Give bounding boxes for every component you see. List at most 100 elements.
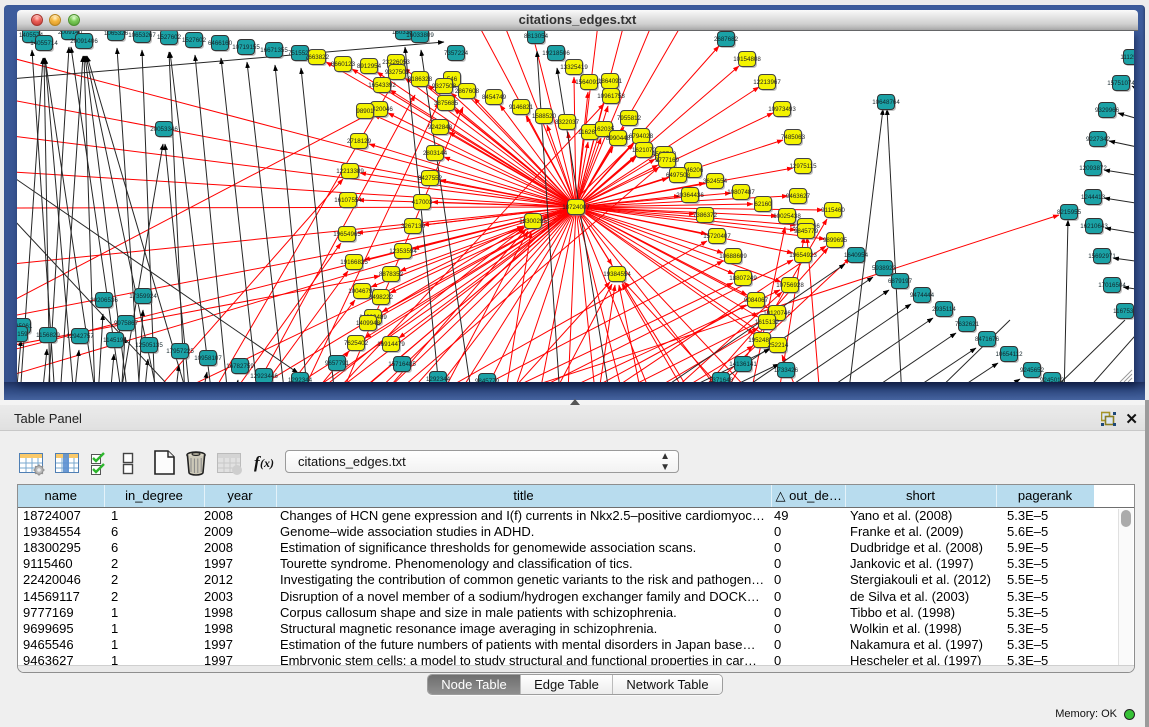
svg-text:18724007: 18724007 [562, 204, 590, 211]
svg-text:1156829: 1156829 [36, 332, 60, 339]
svg-text:18807249: 18807249 [729, 275, 757, 282]
svg-text:6466160: 6466160 [208, 40, 233, 47]
svg-text:1409948: 1409948 [356, 320, 381, 327]
svg-text:9463627: 9463627 [786, 193, 811, 200]
svg-text:6879197: 6879197 [888, 278, 913, 285]
svg-text:12213389: 12213389 [336, 168, 364, 175]
svg-text:9327503: 9327503 [385, 69, 410, 76]
svg-text:9474444: 9474444 [910, 292, 935, 299]
svg-text:417003: 417003 [412, 199, 433, 206]
svg-text:10756928: 10756928 [776, 282, 804, 289]
svg-text:20364436: 20364436 [676, 192, 704, 199]
svg-text:1292344: 1292344 [426, 376, 451, 382]
svg-text:1615132: 1615132 [755, 319, 780, 326]
svg-text:1640954: 1640954 [844, 252, 869, 259]
svg-text:12353594: 12353594 [389, 248, 417, 255]
svg-text:9329966: 9329966 [1095, 107, 1120, 114]
svg-text:19654965: 19654965 [333, 231, 361, 238]
svg-text:7632621: 7632621 [955, 321, 980, 328]
svg-text:16671355: 16671355 [260, 47, 288, 54]
svg-text:16782759: 16782759 [226, 363, 254, 370]
svg-text:1733426: 1733426 [774, 367, 799, 374]
svg-text:8322037: 8322037 [555, 119, 580, 126]
svg-text:10154808: 10154808 [733, 56, 761, 63]
svg-text:10688609: 10688609 [719, 253, 747, 260]
svg-text:12942757: 12942757 [66, 333, 94, 340]
svg-text:1065326: 1065326 [104, 31, 129, 37]
svg-text:9657791: 9657791 [325, 360, 350, 367]
svg-text:8990448: 8990448 [606, 135, 631, 142]
svg-text:1145194: 1145194 [103, 337, 127, 344]
svg-text:9242848: 9242848 [428, 124, 453, 131]
svg-text:3875685: 3875685 [434, 100, 459, 107]
svg-text:7485063: 7485063 [781, 134, 806, 141]
svg-text:10648764: 10648764 [872, 99, 900, 106]
svg-text:16033809: 16033809 [406, 32, 434, 39]
svg-text:1588520: 1588520 [532, 113, 557, 120]
svg-text:17957225: 17957225 [166, 348, 194, 355]
svg-text:2803144: 2803144 [423, 150, 448, 157]
svg-text:20053346: 20053346 [150, 126, 178, 133]
svg-text:16210643: 16210643 [1080, 223, 1108, 230]
svg-text:3498222: 3498222 [369, 294, 394, 301]
svg-text:8427552: 8427552 [418, 175, 443, 182]
svg-text:10973493: 10973493 [768, 106, 796, 113]
svg-text:19384554: 19384554 [603, 271, 631, 278]
svg-text:98901: 98901 [356, 108, 374, 115]
svg-text:3624554: 3624554 [703, 178, 728, 185]
svg-text:19166825: 19166825 [340, 259, 368, 266]
svg-text:10807487: 10807487 [727, 189, 755, 196]
svg-text:17016504: 17016504 [1098, 282, 1126, 289]
svg-text:39159: 39159 [17, 331, 28, 338]
svg-text:19654923: 19654923 [789, 252, 817, 259]
svg-text:8878352: 8878352 [379, 271, 404, 278]
svg-text:8454749: 8454749 [482, 94, 507, 101]
svg-text:12975115: 12975115 [789, 163, 817, 170]
svg-text:14055714: 14055714 [30, 40, 58, 47]
svg-text:6497508: 6497508 [666, 172, 691, 179]
svg-text:8186328: 8186328 [408, 76, 433, 83]
svg-text:8660123: 8660123 [331, 61, 356, 68]
svg-text:9845779: 9845779 [794, 228, 819, 235]
svg-text:9845779: 9845779 [475, 378, 500, 382]
svg-text:7663822: 7663822 [305, 54, 330, 61]
svg-text:16543392: 16543392 [368, 82, 396, 89]
svg-text:1864091: 1864091 [598, 78, 623, 85]
svg-text:10719155: 10719155 [232, 44, 260, 51]
svg-text:(x): (x) [260, 456, 274, 470]
svg-text:2687682: 2687682 [714, 36, 739, 43]
svg-text:10025438: 10025438 [773, 213, 801, 220]
svg-text:15720407: 15720407 [703, 233, 731, 240]
svg-text:7625402: 7625402 [344, 340, 369, 347]
svg-text:1527602: 1527602 [182, 37, 207, 44]
svg-text:12093872: 12093872 [1079, 165, 1107, 172]
svg-text:20206536: 20206536 [90, 297, 118, 304]
svg-text:8471676: 8471676 [975, 336, 1000, 343]
svg-text:18300295: 18300295 [519, 218, 547, 225]
svg-text:2718129: 2718129 [347, 138, 372, 145]
svg-text:2867608: 2867608 [455, 88, 480, 95]
svg-text:19218506: 19218506 [542, 50, 570, 57]
svg-text:8912954: 8912954 [357, 63, 382, 70]
svg-text:9227342: 9227342 [1086, 136, 1111, 143]
svg-text:15692971: 15692971 [1088, 253, 1116, 260]
svg-text:10654112: 10654112 [995, 351, 1023, 358]
svg-text:12505135: 12505135 [135, 342, 163, 349]
svg-text:5938923: 5938923 [872, 265, 897, 272]
svg-text:9245012: 9245012 [1040, 377, 1065, 382]
svg-text:2935114: 2935114 [932, 306, 956, 313]
svg-text:8215955: 8215955 [1057, 209, 1082, 216]
svg-text:10958107: 10958107 [194, 355, 222, 362]
svg-text:7386372: 7386372 [693, 212, 718, 219]
svg-text:1527602: 1527602 [157, 34, 182, 41]
svg-text:16107554: 16107554 [334, 197, 362, 204]
svg-text:17359924: 17359924 [129, 293, 157, 300]
svg-text:7955812: 7955812 [617, 115, 642, 122]
svg-text:9245652: 9245652 [1020, 367, 1045, 374]
svg-text:62160: 62160 [754, 201, 772, 208]
svg-text:15751074: 15751074 [1107, 80, 1134, 87]
svg-text:9327508: 9327508 [432, 83, 457, 90]
svg-text:9899695: 9899695 [823, 237, 848, 244]
svg-text:1292344: 1292344 [288, 377, 313, 382]
svg-text:12213967: 12213967 [753, 79, 781, 86]
